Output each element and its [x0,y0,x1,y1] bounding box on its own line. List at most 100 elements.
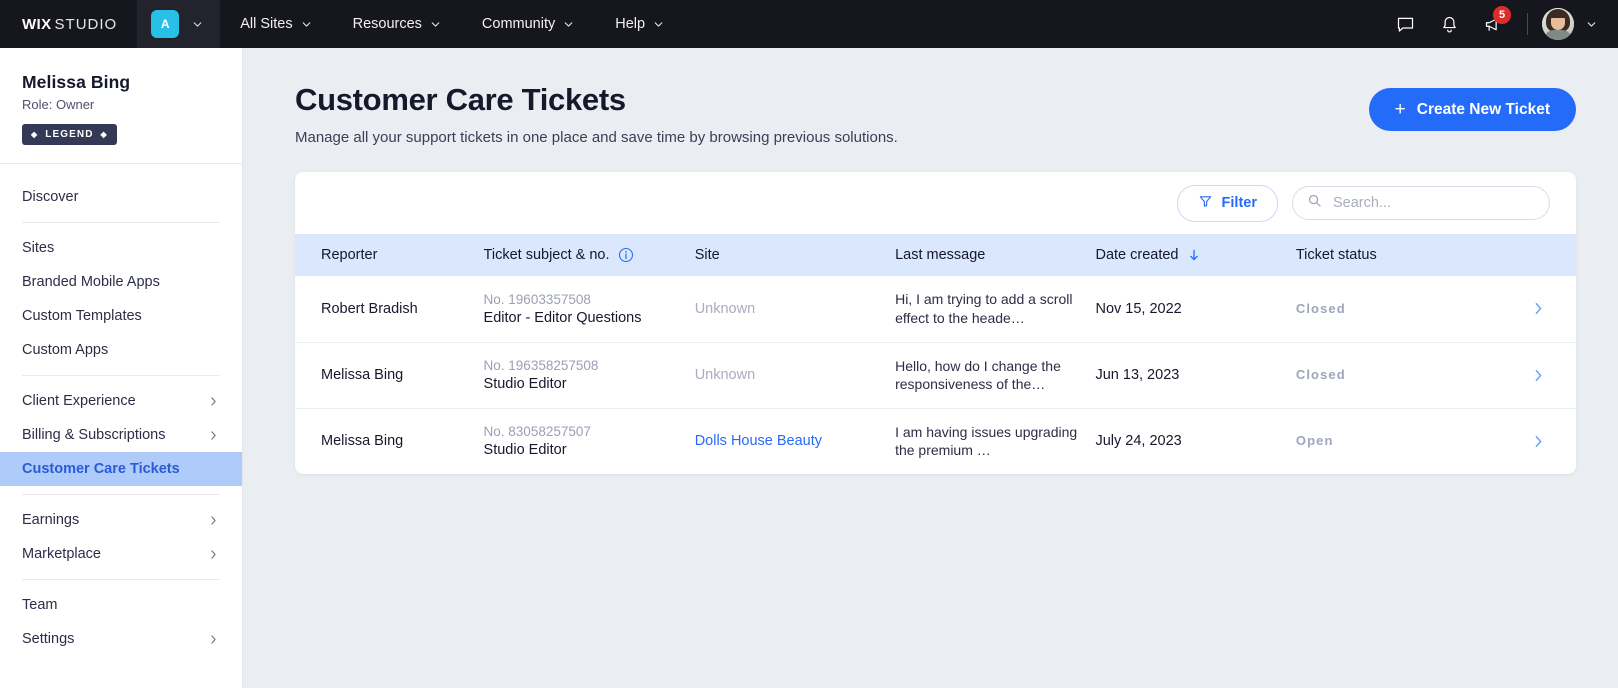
chevron-right-icon[interactable] [1501,367,1576,384]
sidebar-item-marketplace[interactable]: Marketplace [0,537,242,571]
nav-item-community[interactable]: Community [462,0,595,48]
avatar[interactable] [1542,8,1574,40]
account-menu-chevron-down-icon[interactable] [1578,18,1604,31]
chevron-down-icon [652,18,665,31]
cell-last-message: Hello, how do I change the responsivenes… [895,342,1095,408]
sidebar-item-custom-apps[interactable]: Custom Apps [0,333,242,367]
sidebar-group: Client Experience Billing & Subscription… [0,375,242,494]
last-message-text: Hello, how do I change the responsivenes… [895,357,1061,392]
nav-item-help[interactable]: Help [595,0,685,48]
column-header-reporter[interactable]: Reporter [295,234,484,276]
funnel-icon [1198,194,1213,213]
nav-label: Community [481,16,556,32]
top-nav-links: All Sites Resources Community Help [220,0,685,48]
notification-badge: 5 [1493,6,1511,24]
status-badge: Closed [1295,300,1346,316]
status-badge: Closed [1295,367,1346,382]
site-value: Unknown [694,367,756,383]
wix-studio-logo[interactable]: WIX STUDIO [0,0,137,48]
column-header-ticket-subject[interactable]: Ticket subject & no. [483,234,695,276]
cell-date-created: Jun 13, 2023 [1095,367,1180,383]
cell-row-action[interactable] [1501,276,1576,342]
cell-ticket-status: Closed [1296,342,1501,408]
top-bar-actions: 5 [1385,0,1618,48]
sidebar-item-label: Marketplace [22,546,101,562]
table-row[interactable]: Robert Bradish No. 19603357508 Editor - … [295,276,1576,342]
sidebar-item-settings[interactable]: Settings [0,622,242,656]
sidebar-item-earnings[interactable]: Earnings [0,503,242,537]
sidebar-item-team[interactable]: Team [0,588,242,622]
diamond-icon: ◆ [31,130,39,139]
create-new-ticket-label: Create New Ticket [1416,100,1550,118]
workspace-selector[interactable]: A [137,0,221,48]
table-header: Reporter Ticket subject & no. Site Last … [295,234,1576,276]
info-icon[interactable] [618,247,634,263]
ticket-number: No. 196358257508 [483,358,599,373]
chat-icon[interactable] [1385,4,1425,44]
cell-reporter: Robert Bradish [321,300,418,317]
cell-last-message: I am having issues upgrading the premium… [895,408,1095,474]
plus-icon: + [1394,99,1406,120]
sidebar-group: Team Settings [22,579,220,664]
nav-label: Help [615,16,646,32]
cell-row-action[interactable] [1501,408,1576,474]
column-header-ticket-status[interactable]: Ticket status [1295,234,1501,276]
sidebar-item-customer-care-tickets[interactable]: Customer Care Tickets [0,452,242,486]
ticket-subject: Editor - Editor Questions [483,309,642,326]
bell-icon[interactable] [1429,4,1469,44]
cell-ticket-subject: No. 19603357508 Editor - Editor Question… [484,276,695,342]
cell-ticket-status: Open [1296,408,1501,474]
nav-label: All Sites [240,16,293,32]
chevron-right-icon [207,395,220,408]
cell-row-action[interactable] [1501,342,1576,408]
nav-item-resources[interactable]: Resources [333,0,462,48]
table-header-row: Reporter Ticket subject & no. Site Last … [295,234,1576,276]
create-new-ticket-button[interactable]: + Create New Ticket [1368,88,1576,131]
column-label: Ticket subject & no. [483,247,610,263]
logo-wix-text: WIX [22,15,52,33]
top-navigation-bar: WIX STUDIO A All Sites Resources Communi… [0,0,1618,48]
sidebar-navigation: Discover Sites Branded Mobile Apps Custo… [0,164,242,664]
sidebar-group: Discover [0,172,242,222]
column-label: Reporter [321,247,378,263]
table-row[interactable]: Melissa Bing No. 196358257508 Studio Edi… [295,342,1576,408]
column-header-last-message[interactable]: Last message [895,234,1096,276]
chevron-right-icon[interactable] [1501,300,1576,317]
site-link[interactable]: Dolls House Beauty [695,433,822,449]
cell-site: Unknown [695,342,895,408]
sidebar-item-discover[interactable]: Discover [0,180,242,214]
sidebar-item-label: Team [22,597,58,613]
column-header-actions [1500,234,1576,276]
sidebar-item-branded-mobile-apps[interactable]: Branded Mobile Apps [0,265,242,299]
search-icon [1307,193,1322,213]
sidebar-item-custom-templates[interactable]: Custom Templates [0,299,242,333]
search-input[interactable] [1333,195,1535,211]
sort-descending-icon[interactable] [1187,248,1201,262]
cell-last-message: Hi, I am trying to add a scroll effect t… [895,276,1095,342]
column-label: Last message [895,247,986,263]
search-box[interactable] [1292,186,1550,220]
profile-role: Role: Owner [22,97,95,112]
filter-button[interactable]: Filter [1176,184,1278,222]
nav-item-all-sites[interactable]: All Sites [220,0,332,48]
table-row[interactable]: Melissa Bing No. 83058257507 Studio Edit… [295,408,1576,474]
sidebar-item-billing-subscriptions[interactable]: Billing & Subscriptions [0,418,242,452]
chevron-right-icon [207,633,220,646]
column-header-date-created[interactable]: Date created [1095,234,1296,276]
column-header-site[interactable]: Site [694,234,896,276]
megaphone-icon[interactable]: 5 [1473,4,1513,44]
sidebar-item-sites[interactable]: Sites [0,231,242,265]
table-toolbar: Filter [295,172,1576,234]
sidebar-item-label: Billing & Subscriptions [22,427,166,443]
cell-ticket-subject: No. 196358257508 Studio Editor [484,342,695,408]
chevron-right-icon [207,514,220,527]
page-subtitle: Manage all your support tickets in one p… [295,129,898,146]
sidebar: Melissa Bing Role: Owner ◆ LEGEND ◆ Disc… [0,48,243,688]
page-header-text: Customer Care Tickets Manage all your su… [295,82,898,146]
sidebar-profile: Melissa Bing Role: Owner ◆ LEGEND ◆ [0,48,242,164]
column-label: Site [694,247,720,263]
site-value: Unknown [694,300,756,317]
filter-label: Filter [1221,195,1257,211]
chevron-right-icon[interactable] [1501,433,1576,450]
sidebar-item-client-experience[interactable]: Client Experience [0,384,242,418]
